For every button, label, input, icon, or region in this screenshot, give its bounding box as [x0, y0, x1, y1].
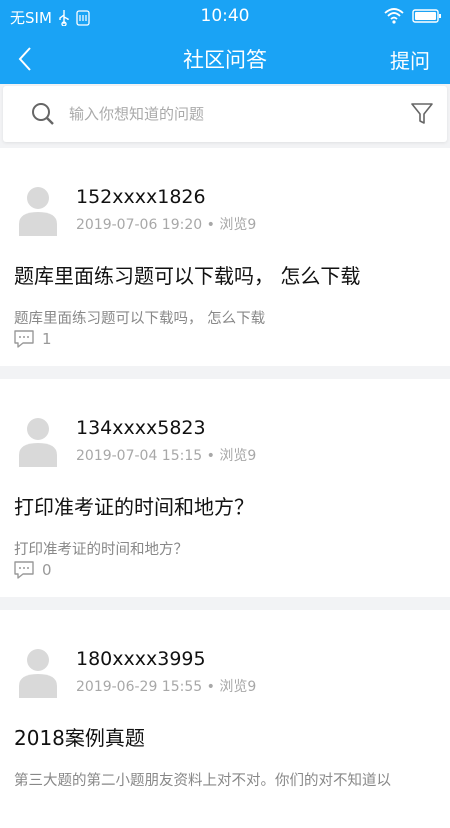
comment-button[interactable]: 1: [14, 330, 52, 348]
ask-question-button[interactable]: 提问: [390, 45, 430, 74]
page-title: 社区问答: [183, 48, 267, 72]
view-count: 浏览9: [219, 679, 257, 695]
view-count: 浏览9: [219, 448, 257, 464]
search-icon: [32, 103, 54, 125]
comment-count: 1: [42, 330, 52, 348]
question-date: 2019-07-06 19:20: [76, 217, 203, 233]
question-card[interactable]: 180xxxx3995 2019-06-29 15:55 • 浏览9 2018案…: [0, 610, 450, 828]
question-body: 打印准考证的时间和地方？: [14, 542, 188, 558]
divider: [0, 366, 450, 379]
search-area: [0, 84, 450, 148]
search-box: [3, 86, 447, 142]
divider: [0, 597, 450, 610]
comment-icon: [14, 330, 34, 348]
status-time: 10:40: [200, 6, 250, 26]
question-date: 2019-06-29 15:55: [76, 679, 203, 695]
question-feed: 152xxxx1826 2019-07-06 19:20 • 浏览9 题库里面练…: [0, 148, 450, 828]
view-count: 浏览9: [219, 217, 257, 233]
battery-icon: [412, 9, 441, 23]
status-bar: 无SIM 10:40: [0, 0, 450, 34]
comment-button[interactable]: 0: [14, 561, 52, 579]
question-card[interactable]: 152xxxx1826 2019-07-06 19:20 • 浏览9 题库里面练…: [0, 148, 450, 366]
comment-count: 0: [42, 561, 52, 579]
user-name: 152xxxx1826: [76, 186, 206, 208]
question-card[interactable]: 134xxxx5823 2019-07-04 15:15 • 浏览9 打印准考证…: [0, 379, 450, 597]
user-name: 180xxxx3995: [76, 648, 206, 670]
nav-bar: 社区问答 提问: [0, 34, 450, 84]
avatar: [19, 418, 57, 467]
question-title: 打印准考证的时间和地方？: [14, 495, 254, 519]
user-name: 134xxxx5823: [76, 417, 206, 439]
question-body: 第三大题的第二小题朋友资料上对不对。你们的对不知道以: [14, 773, 391, 789]
question-meta: 2019-07-06 19:20 • 浏览9: [76, 217, 257, 233]
question-meta: 2019-07-04 15:15 • 浏览9: [76, 448, 257, 464]
avatar: [19, 187, 57, 236]
wifi-icon: [384, 8, 404, 24]
question-title: 题库里面练习题可以下载吗， 怎么下载: [14, 264, 361, 288]
question-title: 2018案例真题: [14, 726, 145, 750]
question-date: 2019-07-04 15:15: [76, 448, 203, 464]
question-body: 题库里面练习题可以下载吗， 怎么下载: [14, 311, 266, 327]
avatar: [19, 649, 57, 698]
comment-icon: [14, 561, 34, 579]
question-meta: 2019-06-29 15:55 • 浏览9: [76, 679, 257, 695]
search-input[interactable]: [69, 98, 389, 130]
filter-icon[interactable]: [411, 102, 433, 126]
